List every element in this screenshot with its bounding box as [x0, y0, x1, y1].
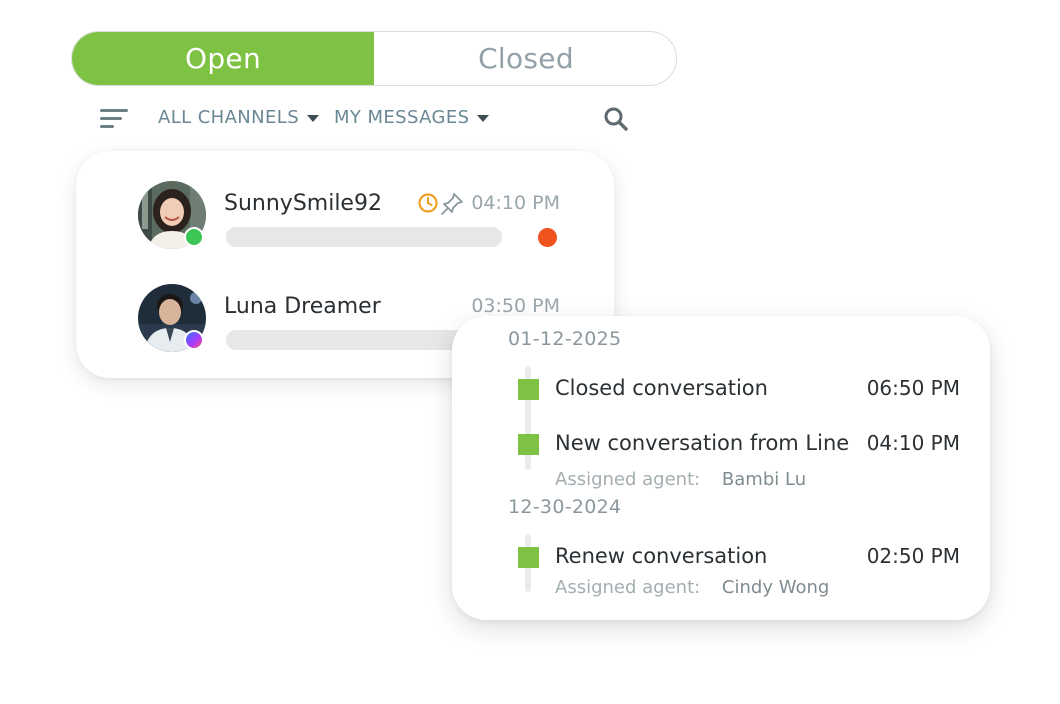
conversation-status-toggle: Open Closed — [71, 31, 677, 86]
last-message-time: 04:10 PM — [471, 192, 560, 214]
event-marker — [518, 547, 539, 568]
event-marker — [518, 379, 539, 400]
conversation-status-icons — [418, 193, 463, 215]
timeline-event: New conversation from Line 04:10 PM — [518, 431, 968, 461]
search-icon[interactable] — [603, 106, 629, 132]
event-time: 02:50 PM — [866, 544, 960, 568]
last-message-time: 03:50 PM — [471, 295, 560, 317]
event-label: Closed conversation — [555, 376, 768, 400]
event-time: 04:10 PM — [866, 431, 960, 455]
contact-name: Luna Dreamer — [224, 294, 381, 319]
messenger-channel-icon — [184, 330, 204, 350]
caret-down-icon — [307, 114, 320, 122]
filter-bar: ALL CHANNELS MY MESSAGES — [100, 103, 630, 135]
tab-open[interactable]: Open — [72, 32, 374, 85]
conversation-item[interactable]: SunnySmile92 04:10 PM — [76, 181, 614, 271]
assigned-agent-label: Assigned agent: — [555, 469, 701, 490]
conversation-history-timeline: 01-12-2025 Closed conversation 06:50 PM … — [452, 316, 990, 620]
assigned-agent-label: Assigned agent: — [555, 577, 701, 598]
timeline-date: 01-12-2025 — [508, 328, 622, 350]
timeline-event: Renew conversation 02:50 PM — [518, 544, 968, 574]
contact-name: SunnySmile92 — [224, 191, 382, 216]
event-time: 06:50 PM — [866, 376, 960, 400]
unread-indicator — [538, 228, 557, 247]
my-messages-dropdown[interactable]: MY MESSAGES — [334, 107, 490, 128]
assigned-agent: Assigned agent: Bambi Lu — [555, 469, 806, 490]
all-channels-label: ALL CHANNELS — [158, 107, 300, 128]
pin-icon — [441, 193, 463, 215]
agent-name: Bambi Lu — [721, 469, 807, 490]
clock-icon — [418, 193, 438, 213]
event-label: New conversation from Line — [555, 431, 850, 455]
message-preview-placeholder — [226, 227, 502, 247]
my-messages-label: MY MESSAGES — [334, 107, 470, 128]
timeline-event: Closed conversation 06:50 PM — [518, 376, 968, 406]
assigned-agent: Assigned agent: Cindy Wong — [555, 577, 829, 598]
all-channels-dropdown[interactable]: ALL CHANNELS — [158, 107, 320, 128]
caret-down-icon — [477, 114, 490, 122]
timeline-date: 12-30-2024 — [508, 496, 622, 518]
line-channel-icon — [184, 227, 204, 247]
filter-lines-icon[interactable] — [100, 107, 130, 131]
agent-name: Cindy Wong — [721, 577, 830, 598]
event-marker — [518, 434, 539, 455]
tab-closed[interactable]: Closed — [374, 32, 676, 85]
event-label: Renew conversation — [555, 544, 768, 568]
